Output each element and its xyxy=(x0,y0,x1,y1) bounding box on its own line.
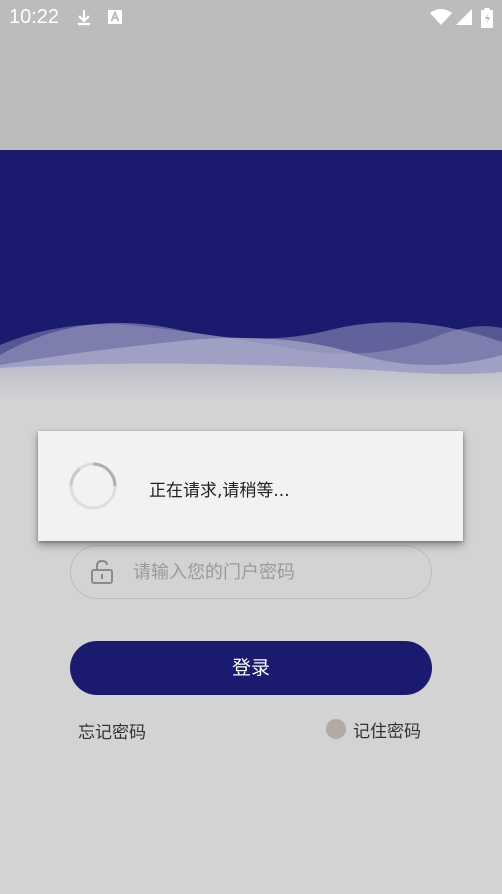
remember-password-label: 记住密码 xyxy=(353,721,421,742)
wave-decoration xyxy=(0,322,502,400)
header-banner xyxy=(0,150,502,400)
loading-spinner-icon xyxy=(68,461,118,511)
password-input[interactable] xyxy=(133,546,413,598)
loading-message: 正在请求,请稍等... xyxy=(149,481,290,501)
lock-icon xyxy=(89,559,115,585)
wifi-icon xyxy=(430,8,452,26)
status-time: 10:22 xyxy=(9,6,60,28)
download-icon xyxy=(75,8,93,26)
battery-icon xyxy=(481,8,493,28)
a-notification-icon xyxy=(106,8,124,26)
signal-icon xyxy=(455,8,473,26)
forgot-password-link[interactable]: 忘记密码 xyxy=(78,718,146,743)
remember-password-radio[interactable] xyxy=(326,719,346,739)
status-bar: 10:22 xyxy=(0,0,502,34)
password-field[interactable] xyxy=(70,545,432,599)
login-button[interactable]: 登录 xyxy=(70,641,432,695)
remember-password-toggle[interactable]: 记住密码 xyxy=(326,718,421,742)
loading-dialog: 正在请求,请稍等... xyxy=(38,431,463,541)
